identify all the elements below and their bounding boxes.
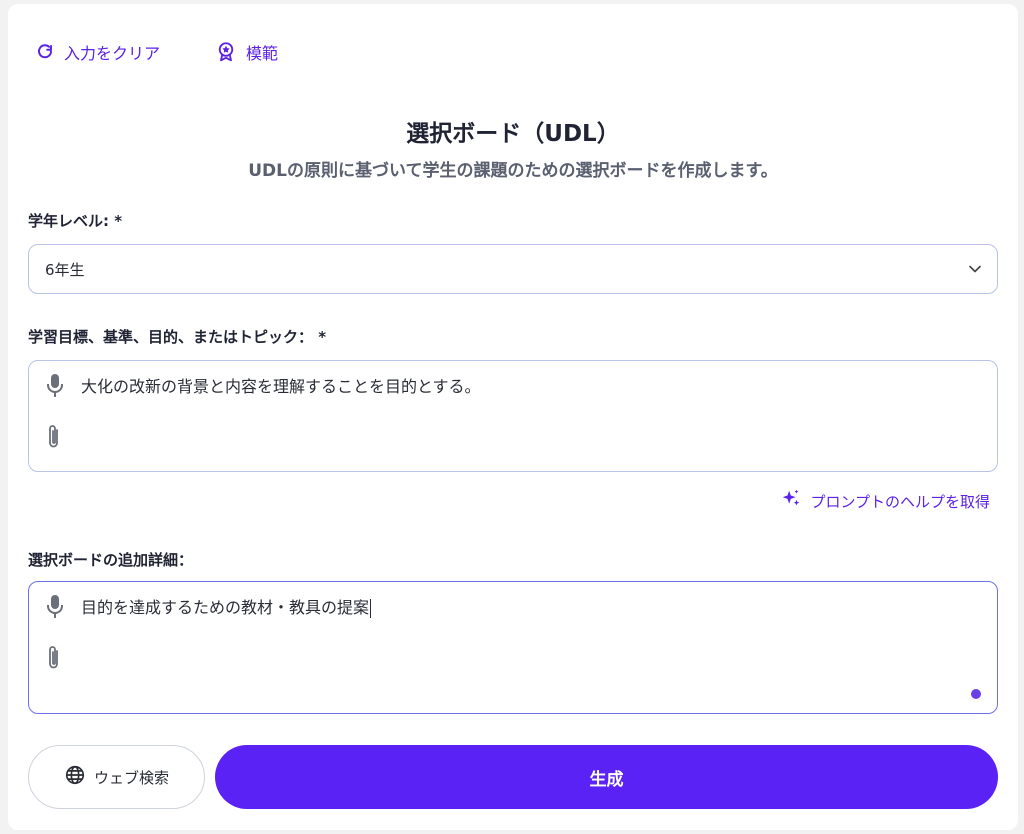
grade-level-value: 6年生: [45, 260, 85, 279]
details-textarea[interactable]: 目的を達成するための教材・教具の提案: [28, 581, 998, 714]
paperclip-icon[interactable]: [45, 423, 63, 455]
generate-label: 生成: [589, 769, 624, 790]
details-label: 選択ボードの追加詳細：: [28, 551, 194, 569]
paperclip-icon[interactable]: [45, 644, 63, 676]
refresh-icon: [36, 43, 54, 61]
sparkle-icon: [780, 488, 802, 514]
details-text-wrap: 目的を達成するための教材・教具の提案: [81, 594, 372, 618]
example-button[interactable]: 模範: [216, 40, 278, 64]
chevron-down-icon: [969, 261, 981, 277]
generate-button[interactable]: 生成: [215, 745, 998, 809]
grade-level-label: 学年レベル: *: [28, 212, 123, 230]
status-dot: [971, 689, 981, 699]
form-card: 入力をクリア 模範 選択ボード（UDL） UDLの原則に基づいて学生の課題のため…: [8, 4, 1018, 830]
clear-input-label: 入力をクリア: [64, 44, 161, 63]
grade-level-select[interactable]: 6年生: [28, 244, 998, 294]
prompt-help-link[interactable]: プロンプトのヘルプを取得: [780, 488, 990, 514]
objective-text: 大化の改新の背景と内容を理解することを目的とする。: [81, 377, 481, 396]
web-search-label: ウェブ検索: [93, 768, 169, 787]
objective-label: 学習目標、基準、目的、またはトピック： *: [28, 328, 327, 346]
page-subtitle: UDLの原則に基づいて学生の課題のための選択ボードを作成します。: [248, 161, 778, 181]
web-search-button[interactable]: ウェブ検索: [28, 745, 205, 809]
details-text: 目的を達成するための教材・教具の提案: [81, 598, 370, 617]
prompt-help-label: プロンプトのヘルプを取得: [810, 492, 990, 511]
objective-textarea[interactable]: 大化の改新の背景と内容を理解することを目的とする。: [28, 360, 998, 472]
example-label: 模範: [246, 44, 279, 63]
page-title: 選択ボード（UDL）: [406, 121, 620, 147]
text-caret: [370, 599, 372, 618]
microphone-icon[interactable]: [45, 594, 65, 624]
clear-input-button[interactable]: 入力をクリア: [36, 40, 160, 64]
globe-icon: [64, 764, 86, 790]
award-icon: [216, 41, 236, 63]
microphone-icon[interactable]: [45, 373, 65, 403]
